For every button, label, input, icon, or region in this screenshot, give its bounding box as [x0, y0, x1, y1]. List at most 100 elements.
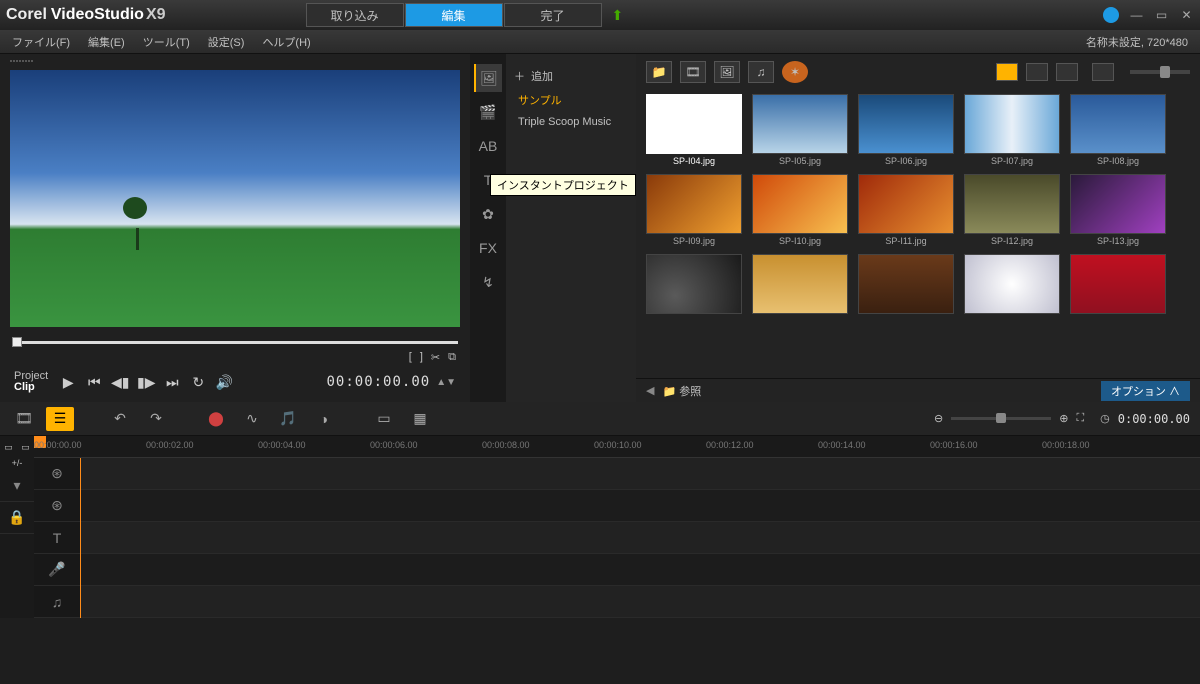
- folder-icon[interactable]: 📁: [646, 61, 672, 83]
- title-track-lane[interactable]: [80, 522, 1200, 554]
- view-large-icon[interactable]: [996, 63, 1018, 81]
- multi-view-icon[interactable]: ▦: [406, 407, 434, 431]
- sort-icon[interactable]: [1092, 63, 1114, 81]
- store-icon[interactable]: ✶: [782, 61, 808, 83]
- ruler-toggle-2[interactable]: ▭: [21, 442, 30, 453]
- go-start-button[interactable]: ⏮: [82, 370, 106, 394]
- thumb-row3-1[interactable]: [646, 254, 742, 316]
- menu-help[interactable]: ヘルプ(H): [262, 34, 310, 50]
- media-tab-icon[interactable]: 🖼: [474, 64, 502, 92]
- next-frame-button[interactable]: ▮▶: [134, 370, 158, 394]
- go-end-button[interactable]: ⏭: [160, 370, 184, 394]
- audio-mixer-icon[interactable]: ∿: [238, 407, 266, 431]
- thumb-sp-i04[interactable]: SP-I04.jpg: [646, 94, 742, 166]
- minimize-button[interactable]: —: [1129, 8, 1144, 23]
- thumb-sp-i09[interactable]: SP-I09.jpg: [646, 174, 742, 246]
- close-button[interactable]: ✕: [1179, 8, 1194, 23]
- scroll-left-icon[interactable]: ◀: [646, 384, 654, 397]
- volume-button[interactable]: 🔊: [212, 370, 236, 394]
- thumb-sp-i06[interactable]: SP-I06.jpg: [858, 94, 954, 166]
- copy-icon[interactable]: ⧉: [448, 351, 456, 364]
- timecode-stepper[interactable]: ▲▼: [436, 377, 456, 388]
- filter-tab-icon[interactable]: FX: [474, 234, 502, 262]
- redo-icon[interactable]: ↷: [142, 407, 170, 431]
- thumb-sp-i13[interactable]: SP-I13.jpg: [1070, 174, 1166, 246]
- undo-icon[interactable]: ↶: [106, 407, 134, 431]
- thumb-row3-3[interactable]: [858, 254, 954, 316]
- maximize-button[interactable]: ▭: [1154, 8, 1169, 23]
- gutter-lock-icon[interactable]: 🔒: [0, 502, 34, 534]
- add-folder-button[interactable]: ＋追加: [506, 64, 636, 88]
- track-music-icon[interactable]: ♫: [34, 586, 80, 618]
- zoom-out-icon[interactable]: ⊖: [934, 412, 943, 425]
- tab-share[interactable]: 完了: [504, 3, 602, 27]
- path-tab-icon[interactable]: ↯: [474, 268, 502, 296]
- tab-capture[interactable]: 取り込み: [306, 3, 404, 27]
- mark-out-icon[interactable]: ]: [420, 351, 423, 364]
- playhead-line[interactable]: [80, 458, 81, 618]
- graphic-tab-icon[interactable]: ✿: [474, 200, 502, 228]
- mark-in-icon[interactable]: [: [409, 351, 412, 364]
- thumb-sp-i07[interactable]: SP-I07.jpg: [964, 94, 1060, 166]
- video-track-lane[interactable]: [80, 458, 1200, 490]
- upload-icon[interactable]: ⬆: [612, 7, 624, 24]
- filter-video-icon[interactable]: 🎞: [680, 61, 706, 83]
- add-track-icon[interactable]: +/-: [0, 458, 34, 470]
- thumb-row3-2[interactable]: [752, 254, 848, 316]
- filter-photo-icon[interactable]: 🖼: [714, 61, 740, 83]
- filter-audio-icon[interactable]: ♫: [748, 61, 774, 83]
- view-grid-icon[interactable]: [1056, 63, 1078, 81]
- music-track-lane[interactable]: [80, 586, 1200, 618]
- globe-icon[interactable]: [1103, 7, 1119, 23]
- thumb-sp-i05[interactable]: SP-I05.jpg: [752, 94, 848, 166]
- time-ruler[interactable]: 00:00:00.00 00:00:02.00 00:00:04.00 00:0…: [34, 436, 1200, 458]
- clock-icon[interactable]: ◷: [1100, 412, 1110, 425]
- instant-project-tab-icon[interactable]: 🎬: [474, 98, 502, 126]
- track-overlay-icon[interactable]: ⊛: [34, 490, 80, 522]
- subtitle-icon[interactable]: ▭: [370, 407, 398, 431]
- track-motion-icon[interactable]: ◑: [310, 407, 338, 431]
- menu-settings[interactable]: 設定(S): [208, 34, 245, 50]
- track-title-icon[interactable]: T: [34, 522, 80, 554]
- thumb-sp-i10[interactable]: SP-I10.jpg: [752, 174, 848, 246]
- storyboard-view-icon[interactable]: 🎞: [10, 407, 38, 431]
- record-icon[interactable]: ⬤: [202, 407, 230, 431]
- track-voice-icon[interactable]: 🎤: [34, 554, 80, 586]
- overlay-track-lane[interactable]: [80, 490, 1200, 522]
- thumb-sp-i11[interactable]: SP-I11.jpg: [858, 174, 954, 246]
- panel-grip[interactable]: [6, 60, 464, 66]
- mode-clip-label[interactable]: Clip: [14, 382, 48, 393]
- menu-edit[interactable]: 編集(E): [88, 34, 125, 50]
- thumb-row3-5[interactable]: [1070, 254, 1166, 316]
- view-list-icon[interactable]: [1026, 63, 1048, 81]
- auto-music-icon[interactable]: 🎵: [274, 407, 302, 431]
- thumb-sp-i08[interactable]: SP-I08.jpg: [1070, 94, 1166, 166]
- cut-icon[interactable]: ✂: [431, 351, 440, 364]
- ruler-toggle-1[interactable]: ▭: [4, 442, 13, 453]
- track-lanes: [80, 458, 1200, 618]
- timeline-view-icon[interactable]: ☰: [46, 407, 74, 431]
- zoom-slider[interactable]: [951, 417, 1051, 420]
- thumb-row3-4[interactable]: [964, 254, 1060, 316]
- tree-item-sample[interactable]: サンプル: [506, 88, 636, 112]
- track-video-icon[interactable]: ⊛: [34, 458, 80, 490]
- zoom-in-icon[interactable]: ⊕: [1059, 412, 1068, 425]
- scrub-head[interactable]: [12, 337, 22, 347]
- tree-item-tsm[interactable]: Triple Scoop Music: [506, 112, 636, 132]
- tab-edit[interactable]: 編集: [405, 3, 503, 27]
- thumb-sp-i12[interactable]: SP-I12.jpg: [964, 174, 1060, 246]
- thumb-zoom-slider[interactable]: [1130, 70, 1190, 74]
- transition-tab-icon[interactable]: AB: [474, 132, 502, 160]
- voice-track-lane[interactable]: [80, 554, 1200, 586]
- play-button[interactable]: ▶: [56, 370, 80, 394]
- menu-tools[interactable]: ツール(T): [143, 34, 190, 50]
- scrub-bar[interactable]: [6, 331, 464, 347]
- browse-button[interactable]: 📁 参照: [662, 383, 701, 399]
- gutter-expand-icon[interactable]: ▾: [0, 470, 34, 502]
- fit-icon[interactable]: ⛶: [1076, 412, 1084, 425]
- preview-window[interactable]: [10, 70, 460, 327]
- options-button[interactable]: オプション ∧: [1101, 381, 1190, 401]
- menu-file[interactable]: ファイル(F): [12, 34, 70, 50]
- prev-frame-button[interactable]: ◀▮: [108, 370, 132, 394]
- repeat-button[interactable]: ↻: [186, 370, 210, 394]
